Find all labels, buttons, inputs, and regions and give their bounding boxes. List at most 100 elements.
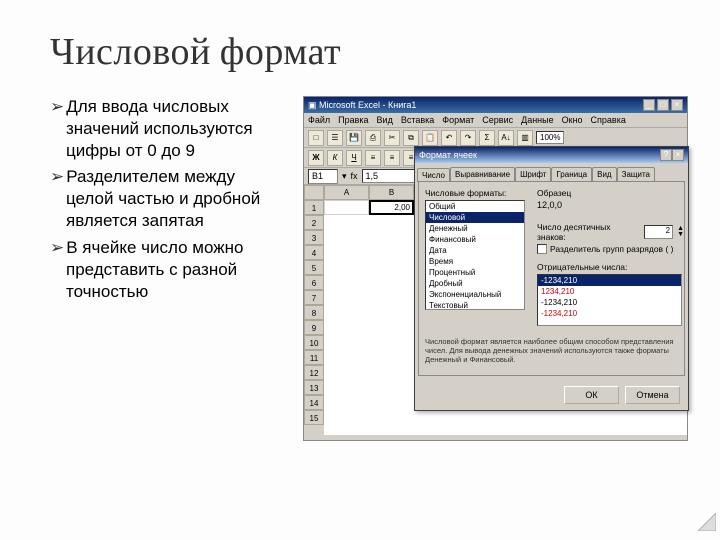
- dialog-tabs: Число Выравнивание Шрифт Граница Вид Защ…: [415, 163, 688, 181]
- row-header[interactable]: 3: [304, 230, 324, 245]
- row-header[interactable]: 6: [304, 275, 324, 290]
- underline-icon[interactable]: Ч: [346, 150, 362, 166]
- sample-label: Образец: [537, 188, 571, 198]
- cut-icon[interactable]: ✂: [384, 130, 400, 146]
- cell-b1[interactable]: 2,00: [369, 200, 414, 215]
- menu-help[interactable]: Справка: [591, 115, 626, 125]
- select-all-corner[interactable]: [304, 185, 324, 200]
- minimize-button[interactable]: _: [643, 99, 655, 111]
- close-button[interactable]: ×: [671, 99, 683, 111]
- row-header[interactable]: 2: [304, 215, 324, 230]
- sort-asc-icon[interactable]: A↓: [498, 130, 514, 146]
- redo-icon[interactable]: ↷: [460, 130, 476, 146]
- tab-protection[interactable]: Защита: [617, 167, 655, 181]
- row-header[interactable]: 13: [304, 380, 324, 395]
- row-header[interactable]: 14: [304, 395, 324, 410]
- slide-title: Числовой формат: [50, 30, 670, 74]
- format-option[interactable]: Экспоненциальный: [426, 289, 524, 300]
- menu-edit[interactable]: Правка: [338, 115, 368, 125]
- cancel-button[interactable]: Отмена: [625, 386, 680, 404]
- menu-window[interactable]: Окно: [562, 115, 583, 125]
- zoom-field[interactable]: 100%: [536, 131, 564, 144]
- menu-format[interactable]: Формат: [442, 115, 474, 125]
- neg-option[interactable]: -1234,210: [538, 275, 681, 286]
- bold-icon[interactable]: Ж: [308, 150, 324, 166]
- maximize-button[interactable]: □: [657, 99, 669, 111]
- window-titlebar: ▣ Microsoft Excel - Книга1 _ □ ×: [304, 97, 687, 113]
- excel-window: ▣ Microsoft Excel - Книга1 _ □ × Файл Пр…: [303, 96, 688, 441]
- thousands-sep-checkbox[interactable]: [537, 244, 547, 254]
- dialog-close-button[interactable]: ×: [672, 149, 684, 161]
- new-icon[interactable]: □: [308, 130, 324, 146]
- format-description: Числовой формат является наиболее общим …: [425, 337, 678, 364]
- sample-value: 12,0,0: [537, 198, 571, 212]
- neg-option[interactable]: -1234,210: [538, 308, 681, 319]
- format-option[interactable]: Денежный: [426, 223, 524, 234]
- format-option-selected[interactable]: Числовой: [426, 212, 524, 223]
- excel-icon: ▣: [308, 100, 317, 111]
- menu-view[interactable]: Вид: [377, 115, 393, 125]
- negative-listbox[interactable]: -1234,210 1234,210 -1234,210 -1234,210: [537, 274, 682, 326]
- format-option[interactable]: Общий: [426, 201, 524, 212]
- tab-fill[interactable]: Вид: [592, 167, 616, 181]
- format-option[interactable]: Дата: [426, 245, 524, 256]
- page-curl-icon: [698, 513, 716, 536]
- dropdown-icon[interactable]: ▾: [342, 171, 347, 182]
- format-cells-dialog: Формат ячеек ? × Число Выравнивание Шриф…: [414, 146, 689, 411]
- italic-icon[interactable]: К: [327, 150, 343, 166]
- tab-alignment[interactable]: Выравнивание: [450, 167, 515, 181]
- formats-listbox[interactable]: Общий Числовой Денежный Финансовый Дата …: [425, 200, 525, 310]
- undo-icon[interactable]: ↶: [441, 130, 457, 146]
- col-header[interactable]: B: [369, 185, 414, 200]
- spinner-icon[interactable]: ▲▼: [677, 226, 684, 238]
- bullet-list: Для ввода числовых значений используются…: [50, 96, 285, 441]
- row-header[interactable]: 1: [304, 200, 324, 215]
- row-header[interactable]: 5: [304, 260, 324, 275]
- dialog-help-button[interactable]: ?: [660, 149, 672, 161]
- row-header[interactable]: 12: [304, 365, 324, 380]
- menu-tools[interactable]: Сервис: [482, 115, 513, 125]
- neg-option[interactable]: 1234,210: [538, 286, 681, 297]
- decimal-places-input[interactable]: 2: [644, 225, 674, 239]
- row-header[interactable]: 15: [304, 410, 324, 425]
- bullet-item: В ячейке число можно представить с разно…: [50, 237, 285, 303]
- row-headers: 1 2 3 4 5 6 7 8 9 10 11 12 13 14: [304, 185, 324, 435]
- paste-icon[interactable]: 📋: [422, 130, 438, 146]
- chart-icon[interactable]: ▥: [517, 130, 533, 146]
- save-icon[interactable]: 💾: [346, 130, 362, 146]
- align-center-icon[interactable]: ≡: [384, 150, 400, 166]
- neg-option[interactable]: -1234,210: [538, 297, 681, 308]
- menu-file[interactable]: Файл: [308, 115, 330, 125]
- format-option[interactable]: Текстовый: [426, 300, 524, 310]
- row-header[interactable]: 8: [304, 305, 324, 320]
- format-option[interactable]: Процентный: [426, 267, 524, 278]
- dialog-title: Формат ячеек: [419, 150, 660, 160]
- sum-icon[interactable]: Σ: [479, 130, 495, 146]
- fx-icon[interactable]: fx: [351, 171, 358, 181]
- menu-data[interactable]: Данные: [521, 115, 554, 125]
- tab-border[interactable]: Граница: [551, 167, 592, 181]
- open-icon[interactable]: ☰: [327, 130, 343, 146]
- tab-font[interactable]: Шрифт: [515, 167, 551, 181]
- print-icon[interactable]: ⎙: [365, 130, 381, 146]
- menu-insert[interactable]: Вставка: [401, 115, 434, 125]
- col-header[interactable]: A: [324, 185, 369, 200]
- window-title: Microsoft Excel - Книга1: [319, 100, 643, 110]
- dialog-titlebar: Формат ячеек ? ×: [415, 147, 688, 163]
- ok-button[interactable]: ОК: [564, 386, 619, 404]
- tab-number[interactable]: Число: [417, 168, 450, 182]
- row-header[interactable]: 4: [304, 245, 324, 260]
- copy-icon[interactable]: ⧉: [403, 130, 419, 146]
- align-left-icon[interactable]: ≡: [365, 150, 381, 166]
- format-option[interactable]: Финансовый: [426, 234, 524, 245]
- bullet-item: Разделителем между целой частью и дробно…: [50, 166, 285, 232]
- cell-a1[interactable]: [324, 200, 369, 215]
- row-header[interactable]: 7: [304, 290, 324, 305]
- name-box[interactable]: B1: [308, 169, 338, 184]
- row-header[interactable]: 11: [304, 350, 324, 365]
- format-option[interactable]: Дробный: [426, 278, 524, 289]
- row-header[interactable]: 10: [304, 335, 324, 350]
- row-header[interactable]: 9: [304, 320, 324, 335]
- format-option[interactable]: Время: [426, 256, 524, 267]
- negative-label: Отрицательные числа:: [537, 262, 627, 272]
